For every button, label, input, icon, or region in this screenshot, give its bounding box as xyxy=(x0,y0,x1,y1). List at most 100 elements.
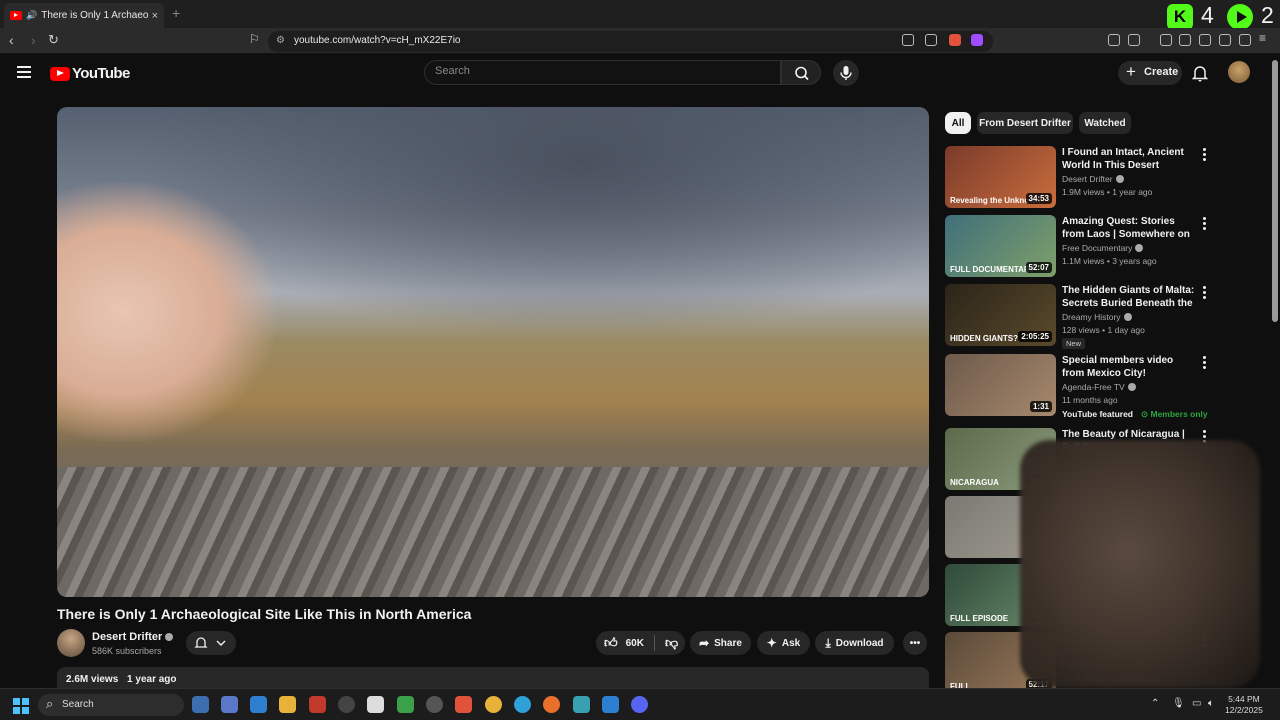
download-button[interactable]: ⤓ Download xyxy=(815,631,894,655)
related-channel[interactable]: Desert Drifter xyxy=(1062,174,1124,184)
vscode-icon[interactable] xyxy=(602,696,619,713)
app-icon-8[interactable] xyxy=(397,696,414,713)
close-tab-icon[interactable]: × xyxy=(152,10,158,22)
leo-icon[interactable] xyxy=(1219,34,1231,46)
app-icon-14[interactable] xyxy=(573,696,590,713)
brave-shields-icon[interactable] xyxy=(949,34,961,46)
mic-tray-icon[interactable]: 🎙︎ xyxy=(1172,698,1185,709)
more-vert-icon[interactable] xyxy=(1203,217,1207,232)
channel-name[interactable]: Desert Drifter xyxy=(92,631,174,643)
more-actions-button[interactable]: ••• xyxy=(903,631,927,655)
share-page-icon[interactable] xyxy=(925,34,937,46)
music-icon[interactable] xyxy=(1160,34,1172,46)
video-thumbnail[interactable]: 1:31 xyxy=(945,354,1056,416)
search-input[interactable]: Search xyxy=(424,60,781,85)
view-count: 2.6M views xyxy=(66,674,119,685)
related-channel[interactable]: Agenda-Free TV xyxy=(1062,382,1136,392)
app-icon-7[interactable] xyxy=(367,696,384,713)
browser-tab-active[interactable]: 🔊 There is Only 1 Archaeologic... × xyxy=(4,3,164,28)
hamburger-icon[interactable] xyxy=(17,66,31,81)
file-explorer-icon[interactable] xyxy=(279,696,296,713)
youtube-logo[interactable]: YouTube xyxy=(48,65,130,82)
subscription-bell-button[interactable] xyxy=(186,631,236,655)
brave-icon[interactable] xyxy=(455,696,472,713)
video-thumbnail[interactable]: FULL DOCUMENTARY 52:07 xyxy=(945,215,1056,277)
app-icon-9[interactable] xyxy=(426,696,443,713)
brave-rewards-icon[interactable] xyxy=(971,34,983,46)
app-icon-6[interactable] xyxy=(338,696,355,713)
site-info-icon[interactable]: ⚙ xyxy=(276,35,285,46)
app-icon-3[interactable] xyxy=(250,696,267,713)
related-video-item[interactable]: 1:31 Special members video from Mexico Ci… xyxy=(945,354,1215,419)
network-icon[interactable]: ▭ xyxy=(1192,698,1201,709)
related-title[interactable]: Amazing Quest: Stories from Laos | Somew… xyxy=(1062,215,1197,241)
windows-start-icon[interactable] xyxy=(13,698,29,714)
sidebar-icon[interactable] xyxy=(1179,34,1191,46)
more-vert-icon[interactable] xyxy=(1203,148,1207,163)
verified-icon xyxy=(1123,313,1132,321)
chrome-icon[interactable] xyxy=(485,696,502,713)
edge-icon[interactable] xyxy=(514,696,531,713)
related-channel[interactable]: Dreamy History xyxy=(1062,312,1132,322)
taskbar-search[interactable]: Search xyxy=(38,694,184,716)
vpn-icon[interactable] xyxy=(1239,34,1251,46)
bookmark-icon[interactable]: ⚐ xyxy=(249,32,260,46)
thumbs-down-icon[interactable]: 👎︎ xyxy=(665,635,678,651)
create-button[interactable]: Create xyxy=(1118,61,1182,85)
video-thumbnail[interactable]: Revealing the Unknown 34:53 xyxy=(945,146,1056,208)
reload-icon[interactable]: ↻ xyxy=(48,32,59,48)
like-count[interactable]: 60K xyxy=(626,638,644,649)
extensions-icon[interactable] xyxy=(1108,34,1120,46)
volume-icon[interactable]: 🔈︎ xyxy=(1208,698,1214,709)
duration-badge: 1:31 xyxy=(1029,401,1052,412)
cast-icon[interactable] xyxy=(902,34,914,46)
new-badge: New xyxy=(1062,338,1086,349)
video-thumbnail[interactable]: HIDDEN GIANTS? 2:05:25 xyxy=(945,284,1056,346)
new-tab-button[interactable]: + xyxy=(172,5,180,21)
related-title[interactable]: The Hidden Giants of Malta: Secrets Buri… xyxy=(1062,284,1197,310)
back-icon[interactable]: ‹ xyxy=(9,32,14,48)
taskbar-clock[interactable]: 5:44 PM 12/2/2025 xyxy=(1225,694,1263,716)
related-channel[interactable]: Free Documentary xyxy=(1062,243,1144,253)
bell-icon xyxy=(194,637,226,648)
more-vert-icon[interactable] xyxy=(1203,286,1207,301)
video-player[interactable] xyxy=(57,107,929,597)
description-box[interactable]: 2.6M views 1 year ago xyxy=(57,667,929,689)
speaker-icon[interactable]: 🔊 xyxy=(26,10,37,21)
wallet-icon[interactable] xyxy=(1199,34,1211,46)
page-scrollbar[interactable] xyxy=(1272,60,1278,322)
bell-icon[interactable] xyxy=(1192,64,1208,82)
chip-from-channel[interactable]: From Desert Drifter xyxy=(977,112,1073,134)
app-icon-5[interactable] xyxy=(309,696,326,713)
browser-menu-icon[interactable]: ≡ xyxy=(1259,31,1271,45)
discord-icon[interactable] xyxy=(631,696,648,713)
screenshot-icon[interactable] xyxy=(1128,34,1140,46)
related-title[interactable]: I Found an Intact, Ancient World In This… xyxy=(1062,146,1197,172)
app-icon-2[interactable] xyxy=(221,696,238,713)
thumbs-up-icon[interactable]: 👍︎ xyxy=(604,635,618,651)
tray-chevron-icon[interactable]: ⌃ xyxy=(1151,698,1159,709)
chip-watched[interactable]: Watched xyxy=(1079,112,1131,134)
chip-all[interactable]: All xyxy=(945,112,971,134)
user-avatar[interactable] xyxy=(1228,61,1250,83)
play-badge-icon xyxy=(1227,4,1253,30)
channel-avatar[interactable] xyxy=(57,629,85,657)
related-title[interactable]: Special members video from Mexico City! xyxy=(1062,354,1197,380)
share-button[interactable]: ➦ Share xyxy=(690,631,751,655)
search-button[interactable] xyxy=(781,60,821,85)
forward-icon[interactable]: › xyxy=(31,32,36,48)
members-only-badge: ⊙ Members only xyxy=(1141,409,1208,419)
firefox-icon[interactable] xyxy=(543,696,560,713)
youtube-play-icon xyxy=(50,66,70,81)
app-icon-1[interactable] xyxy=(192,696,209,713)
related-video-item[interactable]: HIDDEN GIANTS? 2:05:25 The Hidden Giants o… xyxy=(945,284,1215,349)
download-icon: ⤓ xyxy=(825,635,831,650)
related-video-item[interactable]: FULL DOCUMENTARY 52:07 Amazing Quest: Stor… xyxy=(945,215,1215,277)
thumbnail-text: HIDDEN GIANTS? xyxy=(950,334,1018,343)
search-icon xyxy=(795,66,809,81)
related-video-item[interactable]: Revealing the Unknown 34:53 I Found an Int… xyxy=(945,146,1215,208)
address-bar[interactable]: ⚙ youtube.com/watch?v=cH_mX22E7io xyxy=(268,31,993,52)
ask-button[interactable]: ✦ Ask xyxy=(757,631,810,655)
more-vert-icon[interactable] xyxy=(1203,356,1207,371)
voice-search-button[interactable] xyxy=(833,60,859,86)
